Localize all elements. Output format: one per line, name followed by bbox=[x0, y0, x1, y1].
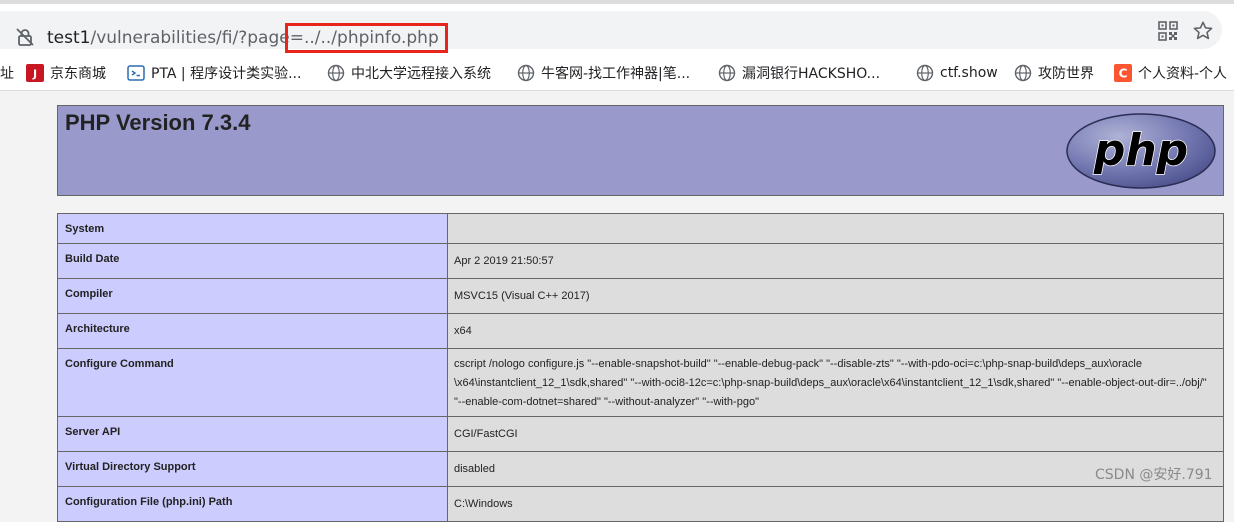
bookmark-hackshop[interactable]: 漏洞银行HACKSHO... bbox=[718, 56, 880, 90]
php-logo-text: php bbox=[1093, 125, 1188, 176]
csdn-icon: C bbox=[1114, 64, 1132, 82]
info-key: Architecture bbox=[57, 313, 448, 349]
bookmark-label: 攻防世界 bbox=[1038, 66, 1094, 82]
info-value: CGI/FastCGI bbox=[447, 416, 1224, 452]
php-info-table: System Build Date Apr 2 2019 21:50:57 Co… bbox=[57, 213, 1224, 522]
url-highlight-box: =../../phpinfo.php bbox=[284, 23, 448, 53]
bookmark-label: ctf.show bbox=[940, 65, 998, 81]
csdn-watermark: CSDN @安好.791 bbox=[1095, 467, 1213, 483]
qr-code-icon[interactable] bbox=[1158, 21, 1178, 41]
php-version-header: PHP Version 7.3.4 php bbox=[57, 105, 1224, 196]
address-bar: test1/vulnerabilities/fi/?page=../../php… bbox=[0, 4, 1234, 56]
bookmark-label: PTA | 程序设计类实验... bbox=[151, 66, 302, 82]
table-row: Architecture x64 bbox=[57, 313, 1224, 349]
url-field[interactable]: test1/vulnerabilities/fi/?page=../../php… bbox=[0, 11, 1222, 53]
bookmarks-bar: 址 J 京东商城 PTA | 程序设计类实验... 中北大学远程接入系统 牛客网… bbox=[0, 56, 1234, 91]
bookmark-label: 漏洞银行HACKSHO... bbox=[742, 66, 881, 82]
table-row: Build Date Apr 2 2019 21:50:57 bbox=[57, 243, 1224, 279]
bookmark-pta[interactable]: PTA | 程序设计类实验... bbox=[127, 56, 301, 90]
php-version-title: PHP Version 7.3.4 bbox=[65, 110, 251, 135]
svg-text:C: C bbox=[1119, 67, 1128, 81]
bookmark-nuc[interactable]: 中北大学远程接入系统 bbox=[327, 56, 491, 90]
info-key: Compiler bbox=[57, 278, 448, 314]
info-value bbox=[447, 213, 1224, 244]
url-text[interactable]: test1/vulnerabilities/fi/?page=../../php… bbox=[47, 23, 448, 53]
table-row: Compiler MSVC15 (Visual C++ 2017) bbox=[57, 278, 1224, 314]
bookmark-star-icon[interactable] bbox=[1192, 20, 1214, 42]
url-host: test1 bbox=[47, 28, 91, 48]
jd-icon: J bbox=[26, 64, 44, 82]
info-key: System bbox=[57, 213, 448, 244]
bookmark-adworld[interactable]: 攻防世界 bbox=[1014, 56, 1094, 90]
table-row: Configuration File (php.ini) Path C:\Win… bbox=[57, 486, 1224, 522]
bookmark-label: 址 bbox=[0, 66, 14, 82]
svg-text:J: J bbox=[32, 68, 37, 81]
info-value: cscript /nologo configure.js "--enable-s… bbox=[447, 348, 1224, 417]
bookmark-label: 牛客网-找工作神器|笔... bbox=[541, 66, 691, 82]
info-key: Configure Command bbox=[57, 348, 448, 417]
info-key: Build Date bbox=[57, 243, 448, 279]
bookmark-partial[interactable]: 址 bbox=[0, 56, 14, 90]
globe-icon bbox=[1014, 64, 1032, 82]
not-secure-icon[interactable] bbox=[14, 26, 36, 48]
info-value: MSVC15 (Visual C++ 2017) bbox=[447, 278, 1224, 314]
pta-icon bbox=[127, 65, 145, 81]
globe-icon bbox=[517, 64, 535, 82]
bookmark-label: 个人资料-个人 bbox=[1138, 66, 1228, 82]
info-value: Apr 2 2019 21:50:57 bbox=[447, 243, 1224, 279]
bookmark-label: 中北大学远程接入系统 bbox=[351, 66, 491, 82]
info-key: Virtual Directory Support bbox=[57, 451, 448, 487]
table-row: System bbox=[57, 213, 1224, 244]
bookmark-csdn-profile[interactable]: C 个人资料-个人 bbox=[1114, 56, 1234, 90]
bookmark-nowcoder[interactable]: 牛客网-找工作神器|笔... bbox=[517, 56, 690, 90]
table-row: Virtual Directory Support disabled bbox=[57, 451, 1224, 487]
bookmark-ctfshow[interactable]: ctf.show bbox=[916, 56, 998, 90]
info-key: Server API bbox=[57, 416, 448, 452]
table-row: Configure Command cscript /nologo config… bbox=[57, 348, 1224, 417]
bookmark-label: 京东商城 bbox=[50, 66, 106, 82]
php-logo-icon: php bbox=[1066, 113, 1216, 189]
globe-icon bbox=[327, 64, 345, 82]
url-path: /vulnerabilities/fi/?page bbox=[90, 28, 290, 48]
globe-icon bbox=[916, 64, 934, 82]
info-value: x64 bbox=[447, 313, 1224, 349]
bookmark-jd[interactable]: J 京东商城 bbox=[26, 56, 106, 90]
info-value: C:\Windows bbox=[447, 486, 1224, 522]
info-key: Configuration File (php.ini) Path bbox=[57, 486, 448, 522]
table-row: Server API CGI/FastCGI bbox=[57, 416, 1224, 452]
globe-icon bbox=[718, 64, 736, 82]
